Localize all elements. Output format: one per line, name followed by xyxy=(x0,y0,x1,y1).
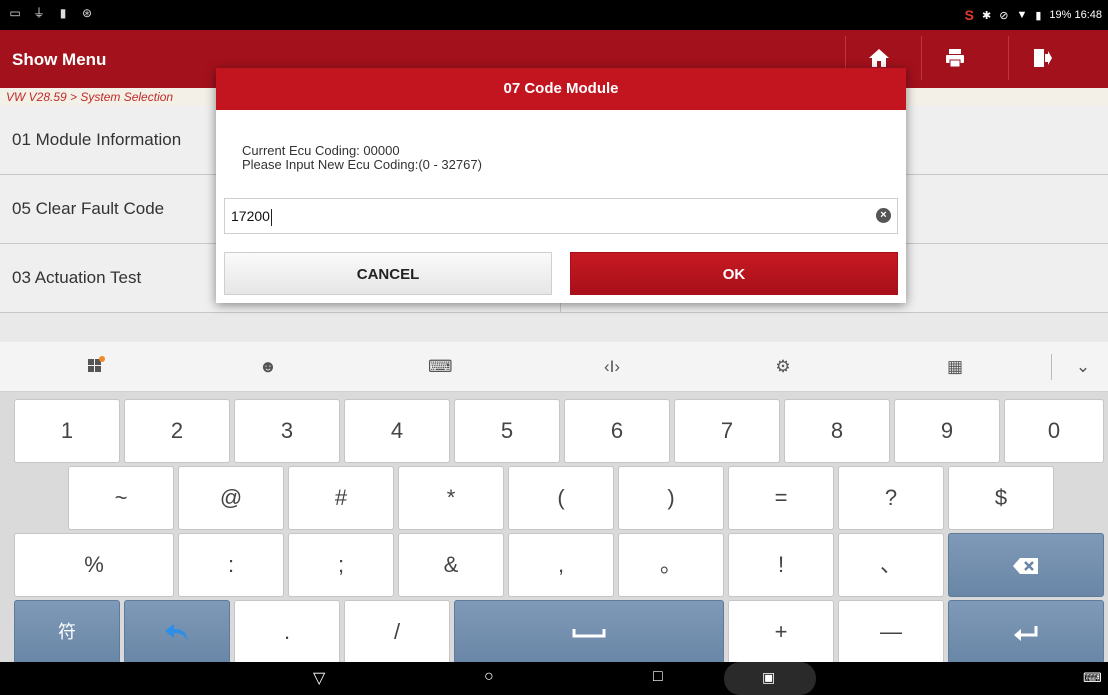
key-tilde[interactable]: ~ xyxy=(68,466,174,530)
exit-icon xyxy=(1033,49,1052,67)
key-ampersand[interactable]: & xyxy=(398,533,504,597)
key-percent[interactable]: % xyxy=(14,533,174,597)
key-exclamation[interactable]: ! xyxy=(728,533,834,597)
current-coding-text: Current Ecu Coding: 00000 xyxy=(242,143,400,158)
input-prompt-text: Please Input New Ecu Coding:(0 - 32767) xyxy=(242,157,482,172)
key-colon[interactable]: : xyxy=(178,533,284,597)
key-3[interactable]: 3 xyxy=(234,399,340,463)
menu-item-label: 03 Actuation Test xyxy=(12,268,142,287)
key-7[interactable]: 7 xyxy=(674,399,780,463)
status-left-icons: ▭ ⏚ ▮ ⊛ xyxy=(8,6,94,20)
key-plus[interactable]: + xyxy=(728,600,834,664)
key-enumeration-comma[interactable]: 、 xyxy=(838,533,944,597)
key-open-paren[interactable]: ( xyxy=(508,466,614,530)
code-module-dialog: 07 Code Module Current Ecu Coding: 00000… xyxy=(216,68,906,303)
key-at[interactable]: @ xyxy=(178,466,284,530)
text-caret xyxy=(270,208,272,226)
key-9[interactable]: 9 xyxy=(894,399,1000,463)
key-semicolon[interactable]: ; xyxy=(288,533,394,597)
apps-icon[interactable] xyxy=(84,355,108,379)
space-icon xyxy=(572,629,606,638)
sogou-icon: S xyxy=(964,7,974,23)
navigation-bar: ▽ ○ □ ▣ ⌨ xyxy=(0,662,1108,695)
soft-keyboard: ☻ ⌨ ‹I› ⚙ ▦ ⌄ 1 2 3 4 5 6 7 8 9 0 ~ @ # … xyxy=(0,342,1108,664)
screen-icon: ▭ xyxy=(9,6,21,20)
blocked-icon: ⊘ xyxy=(999,9,1009,22)
screenshot-pill[interactable]: ▣ xyxy=(724,662,816,695)
toolbar-divider xyxy=(1051,354,1052,380)
symbol-key[interactable]: 符 xyxy=(14,600,120,664)
home-nav-icon[interactable]: ○ xyxy=(484,668,494,686)
enter-key[interactable] xyxy=(948,600,1104,664)
screenshot-icon: ▣ xyxy=(762,669,776,685)
cursor-icon[interactable]: ‹I› xyxy=(600,355,624,379)
status-bar: ▭ ⏚ ▮ ⊛ S ✱ ⊘ ▼ ▮ 19% 16:48 xyxy=(0,0,1108,30)
print-button[interactable] xyxy=(921,36,987,80)
home-icon xyxy=(868,49,889,67)
menu-item-label: 05 Clear Fault Code xyxy=(12,199,165,218)
layout-icon[interactable]: ▦ xyxy=(943,355,967,379)
status-right: S ✱ ⊘ ▼ ▮ 19% 16:48 xyxy=(965,7,1102,23)
keyboard-toolbar: ☻ ⌨ ‹I› ⚙ ▦ ⌄ xyxy=(0,342,1108,392)
space-key[interactable] xyxy=(454,600,724,664)
key-dollar[interactable]: $ xyxy=(948,466,1054,530)
keyboard-icon[interactable]: ⌨ xyxy=(428,355,453,379)
screen: ▭ ⏚ ▮ ⊛ S ✱ ⊘ ▼ ▮ 19% 16:48 Show Menu VW… xyxy=(0,0,1108,695)
key-slash[interactable]: / xyxy=(344,600,450,664)
sd-icon: ▮ xyxy=(59,6,67,20)
key-1[interactable]: 1 xyxy=(14,399,120,463)
sync-icon: ⊛ xyxy=(81,6,93,20)
bluetooth-icon: ✱ xyxy=(982,9,992,22)
cancel-button[interactable]: CANCEL xyxy=(224,252,552,295)
exit-button[interactable] xyxy=(1008,36,1074,80)
key-close-paren[interactable]: ) xyxy=(618,466,724,530)
settings-icon[interactable]: ⚙ xyxy=(771,355,795,379)
undo-icon xyxy=(165,624,188,643)
page-title[interactable]: Show Menu xyxy=(12,50,106,70)
backspace-icon xyxy=(1013,558,1038,575)
back-icon[interactable]: ▽ xyxy=(313,668,325,688)
input-value: 17200 xyxy=(231,208,270,224)
key-dot[interactable]: . xyxy=(234,600,340,664)
key-asterisk[interactable]: * xyxy=(398,466,504,530)
key-6[interactable]: 6 xyxy=(564,399,670,463)
dialog-message: Current Ecu Coding: 00000 Please Input N… xyxy=(242,144,482,172)
key-8[interactable]: 8 xyxy=(784,399,890,463)
enter-icon xyxy=(1014,626,1038,642)
key-2[interactable]: 2 xyxy=(124,399,230,463)
battery-icon: ▮ xyxy=(1035,9,1042,22)
print-icon xyxy=(945,49,964,68)
backspace-key[interactable] xyxy=(948,533,1104,597)
key-4[interactable]: 4 xyxy=(344,399,450,463)
key-period-cn[interactable]: 。 xyxy=(618,533,724,597)
menu-item-label: 01 Module Information xyxy=(12,130,182,149)
clear-icon[interactable]: × xyxy=(876,208,891,223)
keyboard-keys: 1 2 3 4 5 6 7 8 9 0 ~ @ # * ( ) = ? $ % … xyxy=(0,392,1108,664)
status-text: 19% 16:48 xyxy=(1049,9,1102,21)
ok-button[interactable]: OK xyxy=(570,252,898,295)
undo-key[interactable] xyxy=(124,600,230,664)
key-5[interactable]: 5 xyxy=(454,399,560,463)
recents-icon[interactable]: □ xyxy=(653,668,663,686)
key-comma[interactable]: , xyxy=(508,533,614,597)
dialog-title: 07 Code Module xyxy=(216,68,906,110)
emoji-icon[interactable]: ☻ xyxy=(256,355,280,379)
key-equals[interactable]: = xyxy=(728,466,834,530)
ecu-coding-input[interactable]: 17200 × xyxy=(224,198,898,234)
key-hash[interactable]: # xyxy=(288,466,394,530)
key-0[interactable]: 0 xyxy=(1004,399,1104,463)
collapse-icon[interactable]: ⌄ xyxy=(1071,355,1095,379)
key-question[interactable]: ? xyxy=(838,466,944,530)
keyboard-nav-icon[interactable]: ⌨ xyxy=(1083,670,1102,686)
key-minus[interactable]: — xyxy=(838,600,944,664)
usb-icon: ⏚ xyxy=(32,6,45,20)
wifi-icon: ▼ xyxy=(1016,9,1028,21)
